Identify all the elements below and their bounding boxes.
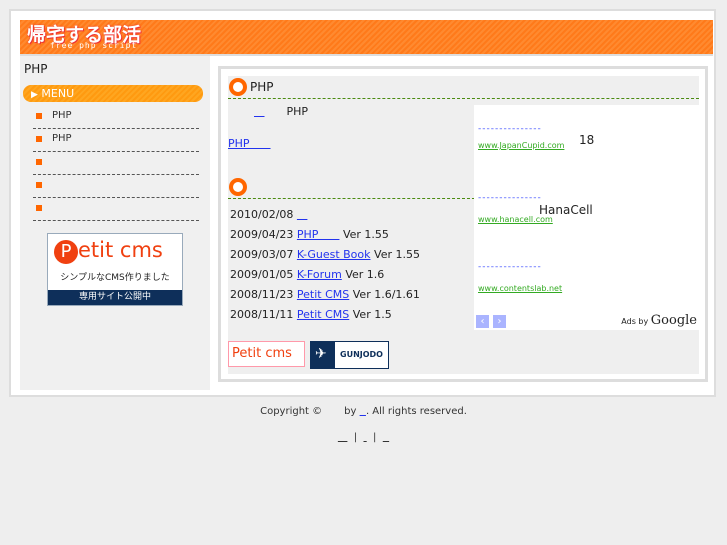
news-date: 2009/04/23 xyxy=(230,228,294,241)
news-date: 2008/11/23 xyxy=(230,288,294,301)
bullet-icon xyxy=(36,113,42,119)
sidebar-item-label: PHP xyxy=(52,133,72,144)
news-item: 2009/04/23 PHP Ver 1.55 xyxy=(230,228,389,241)
sidebar-title: PHP xyxy=(24,62,48,76)
news-link[interactable]: K-Forum xyxy=(297,268,342,281)
sidebar: PHP ▶ MENU PHP PHP Petit cms シンプルなCMS作りま… xyxy=(20,56,210,390)
menu-header: ▶ MENU xyxy=(23,85,203,102)
news-suffix: Ver 1.6 xyxy=(345,268,385,281)
php-link[interactable]: PHP xyxy=(228,137,271,150)
news-suffix: Ver 1.5 xyxy=(352,308,392,321)
banner-slogan: シンプルなCMS作りました xyxy=(60,273,170,283)
ad-url[interactable]: www.contentslab.net xyxy=(478,284,562,293)
copyright: Copyright © by . All rights reserved. xyxy=(0,406,727,417)
footer-link[interactable] xyxy=(364,432,367,443)
sidebar-item[interactable] xyxy=(33,175,199,198)
news-item: 2009/03/07 K-Guest Book Ver 1.55 xyxy=(230,248,420,261)
intro-link[interactable] xyxy=(254,105,265,118)
ad-text: HanaCell xyxy=(539,203,593,217)
news-date: 2009/01/05 xyxy=(230,268,294,281)
bird-icon: ✈ xyxy=(315,346,327,362)
bullet-icon xyxy=(36,182,42,188)
bullet-icon xyxy=(36,159,42,165)
section-header-php: PHP xyxy=(228,76,699,99)
menu-label: MENU xyxy=(41,87,75,100)
ads-by-google[interactable]: Ads by Google xyxy=(621,313,697,328)
news-date: 2009/03/07 xyxy=(230,248,294,261)
ad-item[interactable]: --------------- HanaCell www.hanacell.com xyxy=(478,193,593,224)
rights-text: . All rights reserved. xyxy=(365,406,467,417)
news-item: 2008/11/11 Petit CMS Ver 1.5 xyxy=(230,308,392,321)
banner-brand: etit cms xyxy=(78,238,163,262)
ad-text: 18 xyxy=(579,133,595,147)
news-link[interactable]: Petit CMS xyxy=(297,288,349,301)
intro-text: PHP xyxy=(286,105,309,118)
ads-by-label: Ads by xyxy=(621,317,649,326)
site-tagline: free php script xyxy=(50,41,138,50)
news-item: 2009/01/05 K-Forum Ver 1.6 xyxy=(230,268,384,281)
google-logo: Google xyxy=(650,313,697,328)
sidebar-item[interactable]: PHP xyxy=(33,129,199,152)
news-link[interactable]: Petit CMS xyxy=(297,308,349,321)
ad-prev-button[interactable]: ‹ xyxy=(476,315,489,328)
ad-block: --------------- 18 www.JapanCupid.com ----… xyxy=(474,105,699,330)
news-link[interactable]: K-Guest Book xyxy=(297,248,371,261)
ad-item[interactable]: --------------- 18 www.JapanCupid.com xyxy=(478,124,594,150)
news-item: 2008/11/23 Petit CMS Ver 1.6/1.61 xyxy=(230,288,420,301)
ad-url[interactable]: www.JapanCupid.com xyxy=(478,141,564,150)
news-date: 2008/11/11 xyxy=(230,308,294,321)
ad-next-button[interactable]: › xyxy=(493,315,506,328)
ad-item[interactable]: --------------- www.contentslab.net xyxy=(478,262,562,293)
news-suffix: Ver 1.6/1.61 xyxy=(352,288,420,301)
section-title: PHP xyxy=(250,80,274,94)
petit-cms-banner[interactable]: Petit cms シンプルなCMS作りました 専用サイト公開中 xyxy=(47,233,183,306)
news-link[interactable] xyxy=(297,208,308,221)
gunjodo-label: GUNJODO xyxy=(335,342,388,368)
news-suffix: Ver 1.55 xyxy=(374,248,420,261)
sidebar-item[interactable] xyxy=(33,152,199,175)
banner-logo-initial: P xyxy=(54,240,78,264)
sidebar-item[interactable]: PHP xyxy=(33,106,199,129)
sidebar-item-label: PHP xyxy=(52,110,72,121)
sidebar-item[interactable] xyxy=(33,198,199,221)
ad-title[interactable]: --------------- xyxy=(478,262,562,272)
news-date: 2010/02/08 xyxy=(230,208,294,221)
news-item: 2010/02/08 xyxy=(230,208,307,221)
footer-links: | | xyxy=(0,432,727,443)
copyright-label: Copyright © xyxy=(260,406,323,417)
ad-title[interactable]: --------------- xyxy=(478,193,553,203)
copyright-by: by xyxy=(344,406,357,417)
news-link[interactable]: PHP xyxy=(297,228,340,241)
gunjodo-banner[interactable]: ✈ GUNJODO xyxy=(310,341,389,369)
news-suffix: Ver 1.55 xyxy=(342,228,389,241)
petit-cms-small-banner[interactable]: Petit cms xyxy=(228,341,305,367)
footer-link[interactable] xyxy=(383,432,389,443)
triangle-right-icon: ▶ xyxy=(31,90,38,100)
bullet-icon xyxy=(36,205,42,211)
banner-bar: 専用サイト公開中 xyxy=(48,290,182,305)
ad-title[interactable]: --------------- xyxy=(478,124,564,134)
site-header: 帰宅する部活 free php script xyxy=(20,20,713,56)
footer-link[interactable] xyxy=(338,432,348,443)
ring-icon xyxy=(229,178,247,196)
bullet-icon xyxy=(36,136,42,142)
ring-icon xyxy=(229,78,247,96)
